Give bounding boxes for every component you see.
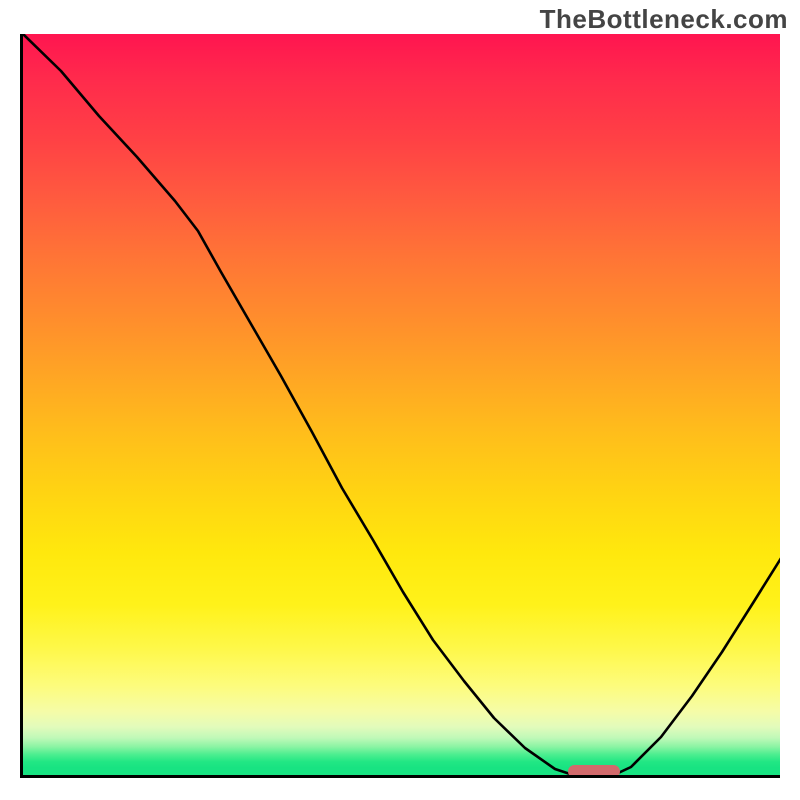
watermark-text: TheBottleneck.com (540, 4, 788, 35)
optimal-marker (568, 765, 620, 778)
bottleneck-curve (23, 34, 780, 778)
curve-path (23, 34, 780, 776)
plot-area (20, 34, 780, 778)
